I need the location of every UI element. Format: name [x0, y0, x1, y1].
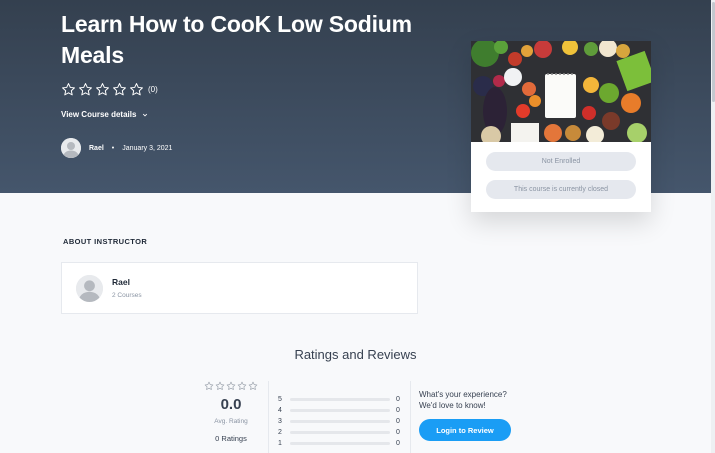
- rating-count: (0): [148, 85, 158, 94]
- divider: [268, 381, 269, 453]
- rating-bar: [290, 398, 390, 401]
- star-icon: [130, 83, 143, 96]
- course-title: Learn How to CooK Low Sodium Meals: [61, 11, 412, 68]
- rating-bar: [290, 431, 390, 434]
- star-icon: [96, 83, 109, 96]
- average-rating-stars: [200, 381, 262, 391]
- rating-row: 1 0: [278, 438, 402, 449]
- rating-count-value: 0: [396, 407, 400, 414]
- rating-star-level: 5: [278, 396, 282, 403]
- rating-count-value: 0: [396, 418, 400, 425]
- user-avatar-icon: [76, 274, 103, 302]
- publish-date: January 3, 2021: [122, 144, 173, 152]
- review-cta: What's your experience? We'd love to kno…: [419, 390, 519, 441]
- rating-count-value: 0: [396, 440, 400, 447]
- average-rating-label: Avg. Rating: [214, 418, 248, 425]
- rating-star-level: 1: [278, 440, 282, 447]
- divider: [410, 381, 411, 453]
- course-closed-badge: This course is currently closed: [486, 180, 636, 199]
- rating-count-value: 0: [396, 396, 400, 403]
- rating-bar: [290, 409, 390, 412]
- rating-breakdown: 5 0 4 0 3 0 2 0 1 0: [278, 394, 402, 449]
- user-avatar-icon: [61, 138, 81, 158]
- avatar[interactable]: [61, 138, 81, 158]
- enrollment-status-badge: Not Enrolled: [486, 152, 636, 171]
- rating-star-level: 3: [278, 418, 282, 425]
- total-ratings: 0 Ratings: [215, 434, 247, 443]
- star-icon: [113, 83, 126, 96]
- star-icon: [215, 381, 225, 390]
- rating-row: 3 0: [278, 416, 402, 427]
- instructor-course-count: 2 Courses: [112, 292, 142, 299]
- average-rating-panel: 0.0 Avg. Rating 0 Ratings: [200, 381, 262, 443]
- page-scrollbar[interactable]: [711, 0, 715, 453]
- course-thumbnail: [471, 41, 651, 142]
- instructor-name[interactable]: Rael: [112, 277, 142, 287]
- instructor-avatar[interactable]: [76, 274, 103, 302]
- star-icon: [79, 83, 92, 96]
- star-icon: [237, 381, 247, 390]
- rating-row: 4 0: [278, 405, 402, 416]
- rating-row: 5 0: [278, 394, 402, 405]
- separator-dot: •: [111, 144, 115, 152]
- view-course-details-link[interactable]: View Course details: [61, 110, 148, 119]
- rating-count-value: 0: [396, 429, 400, 436]
- star-icon: [226, 381, 236, 390]
- course-author: Rael • January 3, 2021: [61, 138, 172, 158]
- view-course-details-label: View Course details: [61, 110, 137, 119]
- rating-star-level: 2: [278, 429, 282, 436]
- rating-row: 2 0: [278, 427, 402, 438]
- star-icon: [62, 83, 75, 96]
- star-icon: [248, 381, 258, 390]
- about-instructor-heading: ABOUT INSTRUCTOR: [63, 237, 148, 246]
- rating-star-level: 4: [278, 407, 282, 414]
- star-icon: [204, 381, 214, 390]
- author-name[interactable]: Rael: [89, 145, 104, 152]
- instructor-card: Rael 2 Courses: [61, 262, 418, 314]
- rating-bar: [290, 420, 390, 423]
- instructor-info: Rael 2 Courses: [112, 277, 142, 299]
- ratings-reviews-heading: Ratings and Reviews: [294, 347, 417, 362]
- chevron-down-icon: [143, 113, 148, 117]
- review-prompt: What's your experience? We'd love to kno…: [419, 390, 507, 410]
- average-rating-value: 0.0: [220, 396, 242, 413]
- enroll-card: Not Enrolled This course is currently cl…: [471, 41, 651, 212]
- course-rating: (0): [61, 82, 158, 97]
- rating-bar: [290, 442, 390, 445]
- login-to-review-button[interactable]: Login to Review: [419, 419, 511, 441]
